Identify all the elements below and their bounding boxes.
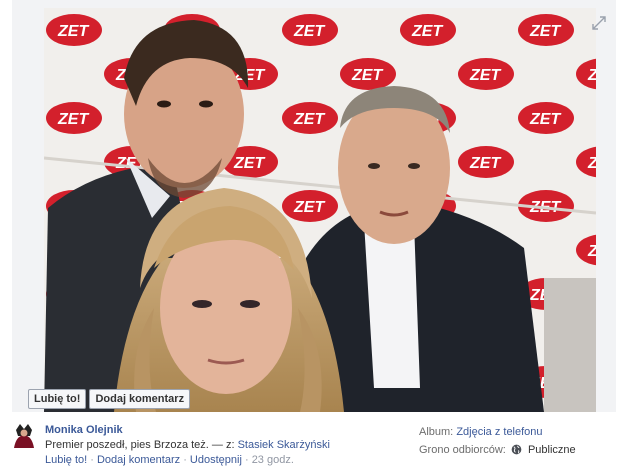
separator: · (180, 454, 190, 466)
post-text-block: Monika Olejnik Premier poszedł, pies Brz… (45, 423, 330, 467)
album-label: Album: (419, 426, 454, 438)
post-info: Monika Olejnik Premier poszedł, pies Brz… (0, 412, 623, 467)
author-name[interactable]: Monika Olejnik (45, 423, 330, 438)
photo-stage: ZET ZET (12, 0, 616, 412)
post-actions: Lubię to! · Dodaj komentarz · Udostępnij… (45, 453, 330, 467)
post-caption: Premier poszedł, pies Brzoza też. — z: S… (45, 438, 330, 453)
separator: · (87, 454, 97, 466)
album-link[interactable]: Zdjęcia z telefonu (456, 426, 542, 438)
audience-selector[interactable]: Publiczne (528, 444, 576, 456)
globe-icon (511, 444, 522, 455)
timestamp[interactable]: 23 godz. (252, 454, 294, 466)
like-link[interactable]: Lubię to! (45, 454, 87, 466)
audience-row: Grono odbiorców: Publiczne (419, 441, 576, 459)
avatar[interactable] (12, 422, 36, 448)
tagged-person-link[interactable]: Stasiek Skarżyński (238, 439, 330, 451)
caption-text: Premier poszedł, pies Brzoza też. (45, 439, 209, 451)
photo-comment-button[interactable]: Dodaj komentarz (89, 389, 191, 409)
album-row: Album: Zdjęcia z telefonu (419, 423, 576, 441)
photo-like-button[interactable]: Lubię to! (28, 389, 87, 409)
photo-actions: Lubię to! Dodaj komentarz (28, 389, 191, 409)
photo-viewer: ZET ZET (0, 0, 623, 467)
post-meta: Album: Zdjęcia z telefonu Grono odbiorcó… (419, 423, 576, 459)
share-link[interactable]: Udostępnij (190, 454, 242, 466)
comment-link[interactable]: Dodaj komentarz (97, 454, 180, 466)
with-prefix: — z: (208, 439, 238, 451)
expand-icon[interactable] (592, 16, 606, 30)
photo-illustration: ZET ZET (44, 8, 596, 412)
audience-label: Grono odbiorców: (419, 444, 506, 456)
separator: · (241, 454, 252, 466)
photo-image[interactable]: ZET ZET (44, 8, 596, 412)
